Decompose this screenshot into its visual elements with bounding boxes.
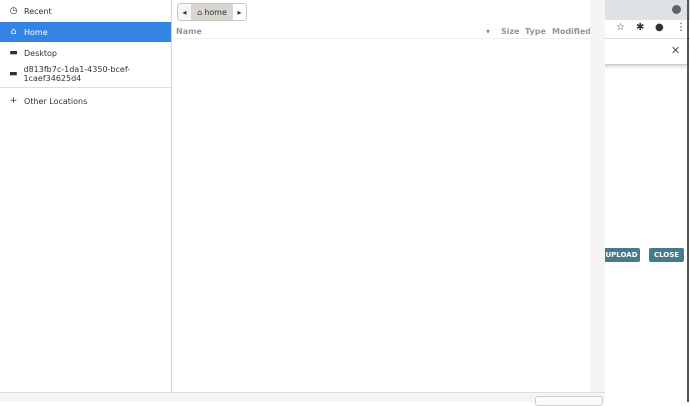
- sidebar-item-desktop[interactable]: ▬ Desktop: [0, 43, 171, 63]
- footer-button[interactable]: [535, 396, 603, 406]
- folder-icon: ▬: [9, 48, 18, 58]
- sidebar-item-label: Home: [24, 27, 48, 37]
- path-label: home: [204, 7, 227, 17]
- sidebar-item-label: Other Locations: [24, 96, 88, 106]
- sidebar-item-recent[interactable]: ◷ Recent: [0, 1, 171, 21]
- column-type[interactable]: Type: [525, 27, 546, 36]
- profile-icon[interactable]: ●: [655, 22, 664, 33]
- sidebar-item-drive[interactable]: ▬ d813fb7c-1da1-4350-bcef-1caef34625d4: [0, 64, 171, 84]
- plus-icon: +: [9, 96, 18, 106]
- close-tab-icon[interactable]: [672, 5, 681, 14]
- sidebar-item-label: Desktop: [24, 48, 57, 58]
- divider: [0, 87, 171, 88]
- sort-chevron-down-icon[interactable]: ▾: [486, 27, 490, 36]
- extensions-icon[interactable]: ✱: [636, 22, 644, 33]
- window-border: [687, 0, 689, 402]
- close-icon[interactable]: ✕: [671, 44, 680, 57]
- clock-icon: ◷: [9, 6, 18, 16]
- path-back-button[interactable]: ◂: [178, 4, 191, 20]
- column-modified[interactable]: Modified: [552, 27, 591, 36]
- dialog-footer: [0, 392, 605, 402]
- column-size[interactable]: Size: [501, 27, 520, 36]
- home-icon: ⌂: [197, 7, 203, 17]
- drive-icon: ▬: [9, 69, 18, 79]
- scrollbar[interactable]: [590, 0, 605, 392]
- file-list-pane: ◂ ⌂ home ▸ Name ▾ Size Type Modified: [173, 0, 591, 392]
- sidebar-item-label: d813fb7c-1da1-4350-bcef-1caef34625d4: [23, 65, 131, 83]
- sidebar-item-other-locations[interactable]: + Other Locations: [0, 91, 171, 111]
- close-button[interactable]: CLOSE: [649, 248, 684, 262]
- file-chooser-dialog: ◷ Recent ⌂ Home ▬ Desktop ▬ d813fb7c-1da1-43…: [0, 0, 605, 406]
- places-sidebar: ◷ Recent ⌂ Home ▬ Desktop ▬ d813fb7c-1da1-43…: [0, 0, 172, 392]
- sidebar-item-home[interactable]: ⌂ Home: [0, 22, 171, 42]
- menu-icon[interactable]: ⋮: [676, 22, 686, 33]
- home-icon: ⌂: [10, 27, 17, 37]
- path-home-button[interactable]: ⌂ home: [191, 4, 233, 20]
- column-name[interactable]: Name: [176, 27, 202, 36]
- path-bar: ◂ ⌂ home ▸: [177, 3, 247, 21]
- sidebar-item-label: Recent: [24, 6, 52, 16]
- upload-button[interactable]: UPLOAD: [603, 248, 640, 262]
- column-header: Name ▾ Size Type Modified: [173, 24, 591, 39]
- bookmark-star-icon[interactable]: ☆: [616, 22, 625, 33]
- path-forward-button[interactable]: ▸: [233, 4, 246, 20]
